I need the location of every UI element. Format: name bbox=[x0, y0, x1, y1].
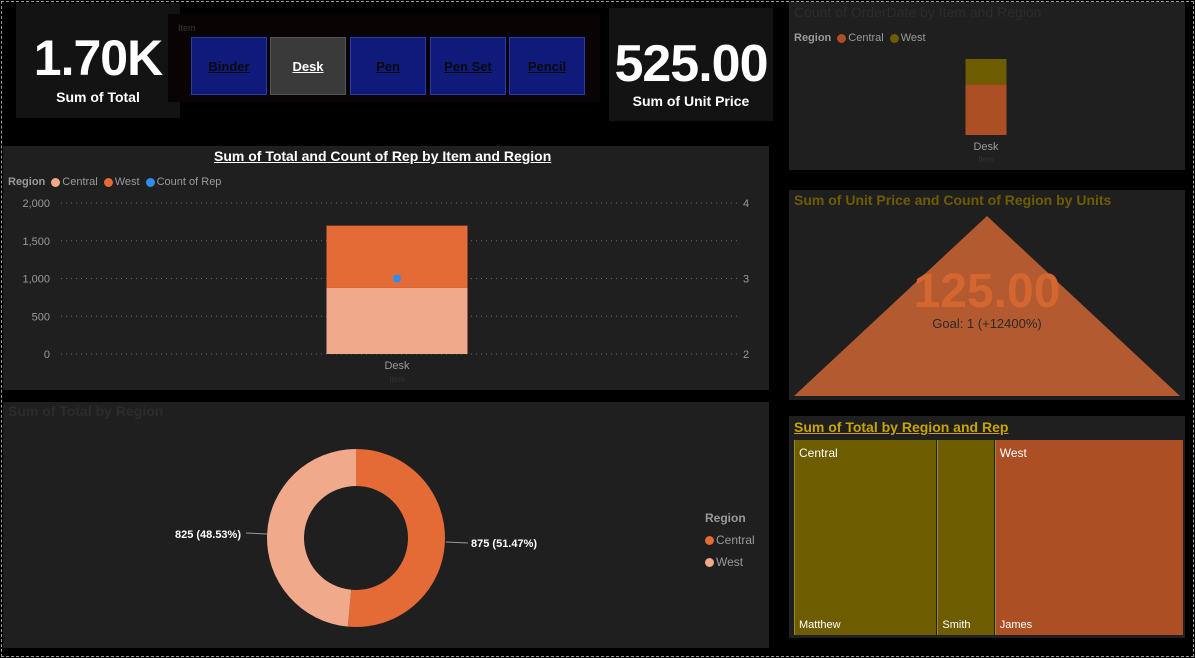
treemap-region-label: West bbox=[999, 446, 1027, 460]
count-of-rep-point bbox=[393, 274, 401, 283]
donut-chart-panel: Sum of Total by Region 875 (51.47%) 825 (… bbox=[3, 402, 769, 648]
small-bar-plot[interactable]: Desk Item bbox=[789, 2, 1185, 170]
y-tick-label: 0 bbox=[44, 349, 50, 361]
y-tick-label: 500 bbox=[32, 311, 50, 323]
data-label-west: 825 (48.53%) bbox=[175, 529, 241, 541]
leader-line bbox=[445, 541, 469, 544]
donut-legend-central[interactable]: Central bbox=[705, 529, 755, 551]
kpi-total-label: Sum of Total bbox=[56, 89, 140, 105]
y2-tick-label: 4 bbox=[743, 198, 749, 210]
y-tick-label: 1,500 bbox=[22, 236, 50, 248]
treemap-cell-matthew[interactable]: Central Matthew bbox=[794, 440, 937, 635]
x-axis-title: Item bbox=[978, 155, 994, 164]
donut-chart-plot[interactable]: 875 (51.47%) 825 (48.53%) bbox=[3, 402, 769, 648]
west-swatch-icon bbox=[705, 558, 714, 568]
treemap-panel: Sum of Total by Region and Rep Central Ma… bbox=[789, 416, 1185, 638]
slicer-option-binder[interactable]: Binder bbox=[191, 37, 267, 95]
donut-legend-title: Region bbox=[705, 511, 746, 525]
slicer-option-desk[interactable]: Desk bbox=[270, 37, 346, 95]
bar-central bbox=[326, 287, 468, 354]
kpi-unit-price-label: Sum of Unit Price bbox=[632, 93, 750, 109]
gauge-value: 125.00 bbox=[913, 265, 1061, 318]
donut-legend: Region Central West bbox=[705, 507, 755, 573]
y2-tick-label: 3 bbox=[743, 274, 749, 286]
bar-west bbox=[965, 59, 1007, 85]
slicer-option-pen[interactable]: Pen bbox=[350, 37, 426, 95]
kpi-card-total: 1.70K Sum of Total bbox=[16, 3, 180, 118]
data-label-central: 875 (51.47%) bbox=[471, 538, 537, 550]
small-bar-panel: Count of OrderDate by Item and Region Re… bbox=[789, 2, 1185, 170]
treemap-cell-james[interactable]: West James bbox=[994, 440, 1183, 635]
y2-tick-label: 2 bbox=[743, 349, 749, 361]
slicer-option-pencil[interactable]: Pencil bbox=[509, 37, 585, 95]
kpi-card-unit-price: 525.00 Sum of Unit Price bbox=[609, 8, 773, 121]
gauge-goal: Goal: 1 (+12400%) bbox=[932, 316, 1042, 331]
treemap-rep-label: Smith bbox=[942, 619, 971, 631]
gauge-panel: Sum of Unit Price and Count of Region by… bbox=[789, 190, 1185, 400]
treemap-rep-label: Matthew bbox=[799, 619, 841, 631]
combo-chart-panel: Sum of Total and Count of Rep by Item an… bbox=[3, 146, 769, 390]
bar-central bbox=[965, 84, 1007, 135]
treemap-cell-smith[interactable]: Smith bbox=[937, 440, 994, 635]
donut-legend-west[interactable]: West bbox=[705, 551, 755, 573]
treemap-area: Central Matthew Smith West James bbox=[794, 440, 1184, 635]
x-axis-title: Item bbox=[389, 375, 405, 384]
slicer-option-pen-set[interactable]: Pen Set bbox=[430, 37, 506, 95]
donut-slice-central bbox=[347, 449, 445, 627]
x-tick-label: Desk bbox=[973, 141, 999, 153]
kpi-total-value: 1.70K bbox=[33, 30, 163, 86]
treemap-region-label: Central bbox=[799, 446, 838, 460]
y-tick-label: 2,000 bbox=[22, 198, 50, 210]
treemap-title: Sum of Total by Region and Rep bbox=[794, 419, 1009, 435]
combo-chart-plot[interactable]: 0 500 1,000 1,500 2,000 2 3 4 Desk Item bbox=[3, 146, 769, 390]
central-swatch-icon bbox=[705, 536, 714, 546]
kpi-unit-price-value: 525.00 bbox=[614, 35, 768, 93]
gauge-title: Sum of Unit Price and Count of Region by… bbox=[794, 192, 1112, 208]
treemap-rep-label: James bbox=[999, 619, 1033, 631]
x-tick-label: Desk bbox=[384, 360, 410, 372]
donut-slice-west bbox=[266, 449, 356, 627]
leader-line bbox=[245, 532, 268, 535]
slicer-title: Item bbox=[178, 23, 196, 33]
y-tick-label: 1,000 bbox=[22, 274, 50, 286]
